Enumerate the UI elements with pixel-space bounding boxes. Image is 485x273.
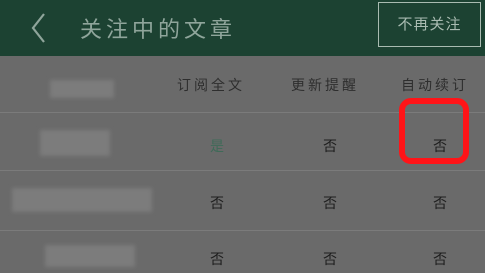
column-header-auto-subscribe: 自动续订 xyxy=(401,78,469,94)
row3-subscribe-toggle[interactable]: 否 xyxy=(210,249,224,269)
blurred-article-name[interactable] xyxy=(45,245,135,267)
blurred-article-name[interactable] xyxy=(12,188,152,212)
blurred-placeholder xyxy=(50,80,114,98)
row1-subscribe-toggle[interactable]: 是 xyxy=(210,136,224,156)
blurred-article-name[interactable] xyxy=(40,130,110,156)
page-title: 关注中的文章 xyxy=(80,18,237,43)
row3-update-remind-toggle[interactable]: 否 xyxy=(323,249,337,269)
unfollow-button[interactable]: 不再关注 xyxy=(378,2,481,47)
column-header-update-remind: 更新提醒 xyxy=(291,78,359,94)
row-divider xyxy=(0,170,485,171)
row3-auto-subscribe-toggle[interactable]: 否 xyxy=(433,249,447,269)
app-header: 关注中的文章 不再关注 xyxy=(0,0,485,56)
row1-update-remind-toggle[interactable]: 否 xyxy=(323,136,337,156)
row2-auto-subscribe-toggle[interactable]: 否 xyxy=(433,193,447,213)
annotation-highlight xyxy=(399,98,469,164)
row2-subscribe-toggle[interactable]: 否 xyxy=(210,193,224,213)
row-divider xyxy=(0,230,485,231)
row2-update-remind-toggle[interactable]: 否 xyxy=(323,193,337,213)
chevron-left-icon[interactable] xyxy=(22,8,58,44)
column-header-subscribe: 订阅全文 xyxy=(177,78,245,94)
